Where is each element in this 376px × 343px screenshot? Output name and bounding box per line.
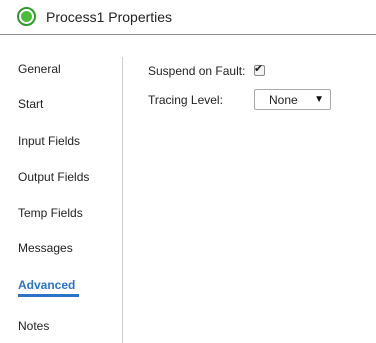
properties-header: Process1 Properties [0,0,376,34]
sidebar-item-advanced[interactable]: Advanced [18,277,75,293]
sidebar-item-messages[interactable]: Messages [18,240,73,256]
header-divider [0,34,376,35]
page-title: Process1 Properties [46,9,173,25]
suspend-on-fault-label: Suspend on Fault: [148,64,246,78]
sidebar-item-general[interactable]: General [18,61,61,77]
tracing-level-value: None [269,93,298,107]
suspend-on-fault-checkbox[interactable]: ✔ [254,63,265,76]
checkmark-icon: ✔ [254,63,264,75]
sidebar-item-temp-fields[interactable]: Temp Fields [18,205,83,221]
tracing-level-label: Tracing Level: [148,93,223,107]
caret-down-icon: ▼ [314,94,324,105]
sidebar-item-input-fields[interactable]: Input Fields [18,133,80,149]
sidebar-item-notes[interactable]: Notes [18,318,49,334]
status-circle-icon [17,7,36,26]
sidebar-item-output-fields[interactable]: Output Fields [18,169,89,185]
sidebar-item-start[interactable]: Start [18,96,43,112]
sidebar-divider [122,57,123,343]
tracing-level-select[interactable]: None ▼ [254,89,331,110]
active-tab-indicator [18,294,79,297]
